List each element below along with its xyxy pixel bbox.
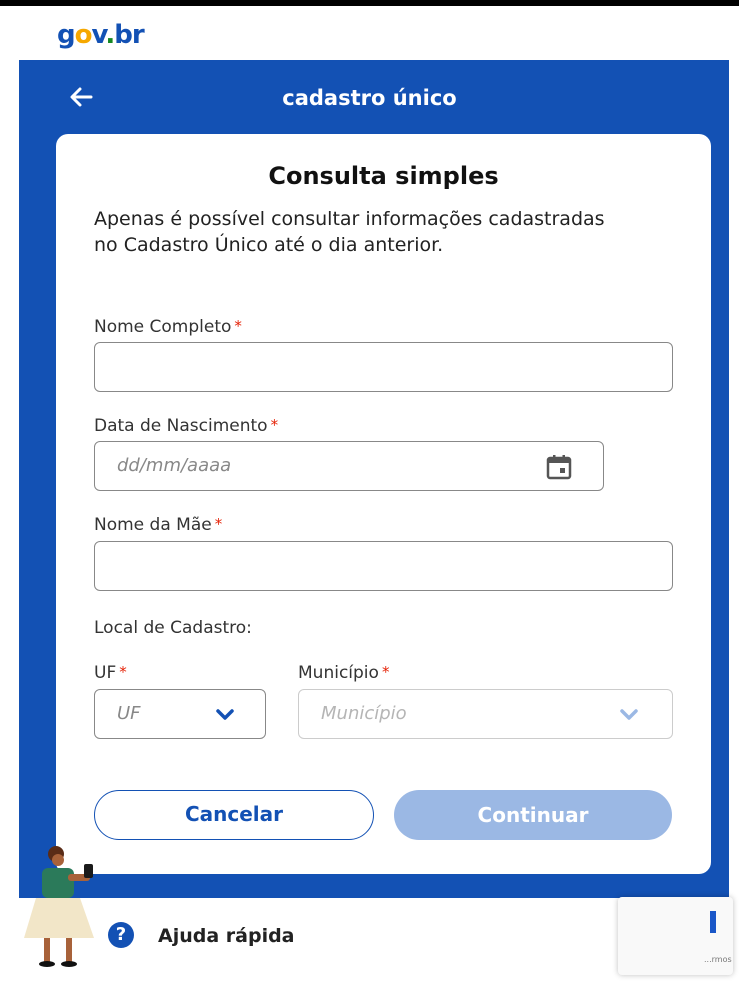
municipio-label: Município * [298,663,390,683]
data-nascimento-input[interactable]: dd/mm/aaaa [94,441,604,491]
municipio-placeholder: Município [321,703,407,724]
uf-placeholder: UF [117,703,141,724]
recaptcha-logo-icon [710,911,716,933]
chevron-down-icon [620,709,638,720]
question-circle-icon: ? [108,922,134,948]
recaptcha-badge[interactable]: ...rmos [618,897,733,975]
calendar-icon[interactable] [545,453,573,481]
uf-select[interactable]: UF [94,689,266,739]
card-title: Consulta simples [268,162,499,190]
govbr-logo[interactable]: gov.br [57,20,145,50]
nome-mae-input[interactable] [94,541,673,591]
nome-completo-label: Nome Completo * [94,317,242,337]
data-nascimento-placeholder: dd/mm/aaaa [117,455,232,476]
uf-label: UF * [94,663,127,683]
assistant-illustration [24,846,94,967]
chevron-down-icon [216,709,234,720]
cancel-button[interactable]: Cancelar [94,790,374,840]
nome-mae-label: Nome da Mãe * [94,515,223,535]
help-label: Ajuda rápida [158,925,295,947]
data-nascimento-label: Data de Nascimento * [94,416,279,436]
continue-button[interactable]: Continuar [394,790,672,840]
municipio-select[interactable]: Município [298,689,673,739]
page-title: cadastro único [282,86,457,110]
nome-completo-input[interactable] [94,342,673,392]
local-cadastro-label: Local de Cadastro: [94,618,252,638]
intro-text: Apenas é possível consultar informações … [94,208,605,256]
recaptcha-terms-text: ...rmos [704,955,732,964]
